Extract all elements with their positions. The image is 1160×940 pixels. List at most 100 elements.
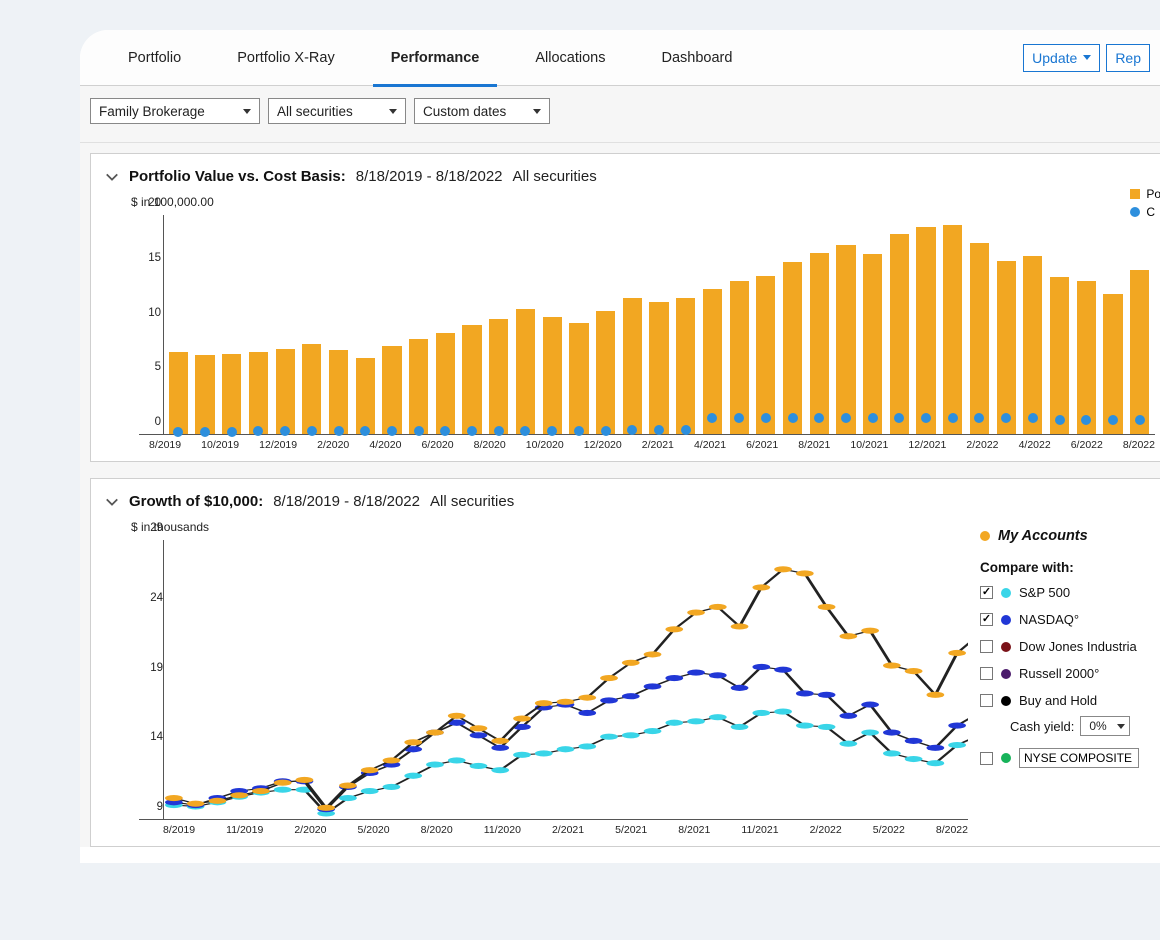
x-tick: 10/2021 (850, 439, 888, 451)
compare-checkbox[interactable] (980, 613, 993, 626)
legend-swatch-portfolio (1130, 189, 1140, 199)
tab-portfolio[interactable]: Portfolio (110, 30, 199, 86)
x-tick: 4/2022 (1019, 439, 1051, 451)
cost-dot (788, 413, 798, 423)
tab-dashboard[interactable]: Dashboard (644, 30, 751, 86)
legend-swatch (1001, 642, 1011, 652)
portfolio-bar (249, 352, 268, 434)
portfolio-bar (863, 254, 882, 434)
series-point (361, 788, 379, 794)
bar-col (1073, 215, 1100, 434)
cost-dot (654, 425, 664, 435)
cost-dot (1055, 415, 1065, 425)
series-point (861, 702, 879, 708)
bar-col (1126, 215, 1153, 434)
x-tick (1051, 439, 1071, 451)
x-tick: 8/2022 (1123, 439, 1155, 451)
portfolio-bar (623, 298, 642, 434)
x-tick: 8/2020 (474, 439, 506, 451)
bar-col (245, 215, 272, 434)
x-tick (297, 439, 317, 451)
series-point (709, 714, 727, 720)
account-select[interactable]: Family Brokerage (90, 98, 260, 124)
compare-checkbox-benchmark[interactable] (980, 752, 993, 765)
cash-yield-value: 0% (1089, 719, 1106, 733)
portfolio-bar (489, 319, 508, 434)
x-tick: 2/2020 (294, 824, 326, 836)
legend-swatch-benchmark (1001, 753, 1011, 763)
series-point (731, 724, 749, 730)
series-point (491, 767, 509, 773)
chevron-down-icon (533, 109, 541, 114)
securities-select-value: All securities (277, 104, 353, 119)
bar-col (966, 215, 993, 434)
y-tick: 19 (150, 662, 163, 674)
chart1-y-units: $ in 100,000.00 (131, 195, 1155, 209)
compare-checkbox[interactable] (980, 586, 993, 599)
panel1-scope: All securities (513, 168, 597, 185)
collapse-icon[interactable] (105, 495, 119, 509)
x-tick: 4/2020 (369, 439, 401, 451)
series-point (426, 729, 444, 735)
tab-performance[interactable]: Performance (373, 30, 498, 86)
bar-col (993, 215, 1020, 434)
cost-dot (200, 427, 210, 437)
tab-portfolio-xray[interactable]: Portfolio X-Ray (219, 30, 353, 86)
x-tick (946, 439, 966, 451)
bar-col (405, 215, 432, 434)
x-tick: 2/2022 (966, 439, 998, 451)
cash-yield-select[interactable]: 0% (1080, 716, 1130, 736)
compare-checkbox[interactable] (980, 640, 993, 653)
series-point (165, 795, 183, 801)
report-button[interactable]: Rep (1106, 44, 1150, 72)
cost-dot (1108, 415, 1118, 425)
securities-select[interactable]: All securities (268, 98, 406, 124)
panel1-dates: 8/18/2019 - 8/18/2022 (356, 168, 503, 185)
portfolio-bar (543, 317, 562, 434)
tab-allocations[interactable]: Allocations (517, 30, 623, 86)
bar-col (619, 215, 646, 434)
chart2-y-units: $ in thousands (131, 520, 968, 534)
x-tick: 8/2022 (936, 824, 968, 836)
series-point (448, 713, 466, 719)
legend-swatch (1001, 588, 1011, 598)
x-tick: 8/2021 (678, 824, 710, 836)
series-point (948, 722, 966, 728)
chevron-down-icon (389, 109, 397, 114)
series-point (948, 742, 966, 748)
series-point (448, 757, 466, 763)
series-point (709, 672, 727, 678)
collapse-icon[interactable] (105, 170, 119, 184)
portfolio-bar (890, 234, 909, 434)
compare-checkbox[interactable] (980, 667, 993, 680)
y-tick: 24 (150, 592, 163, 604)
cost-dot (440, 426, 450, 436)
cost-dot (467, 426, 477, 436)
cost-dot (707, 413, 717, 423)
compare-checkbox[interactable] (980, 694, 993, 707)
x-tick (349, 439, 369, 451)
series-point (927, 760, 945, 766)
bar-col (165, 215, 192, 434)
cost-dot (627, 425, 637, 435)
update-button[interactable]: Update (1023, 44, 1100, 72)
portfolio-bar (649, 302, 668, 434)
dates-select[interactable]: Custom dates (414, 98, 550, 124)
cost-dot (1001, 413, 1011, 423)
my-accounts-label: My Accounts (998, 528, 1088, 544)
benchmark-input[interactable] (1019, 748, 1139, 768)
compare-row: NASDAQ° (980, 612, 1155, 627)
x-tick: 8/2020 (421, 824, 453, 836)
cost-dot (520, 426, 530, 436)
chart2: 914192429 (139, 540, 968, 820)
series-point (709, 604, 727, 610)
bar-col (485, 215, 512, 434)
series-line (174, 569, 968, 808)
compare-row: Buy and Hold (980, 693, 1155, 708)
series-point (818, 724, 836, 730)
series-point (470, 732, 488, 738)
y-tick: 0 (155, 416, 161, 428)
cost-dot (601, 426, 611, 436)
x-tick: 8/2021 (798, 439, 830, 451)
x-tick (999, 439, 1019, 451)
